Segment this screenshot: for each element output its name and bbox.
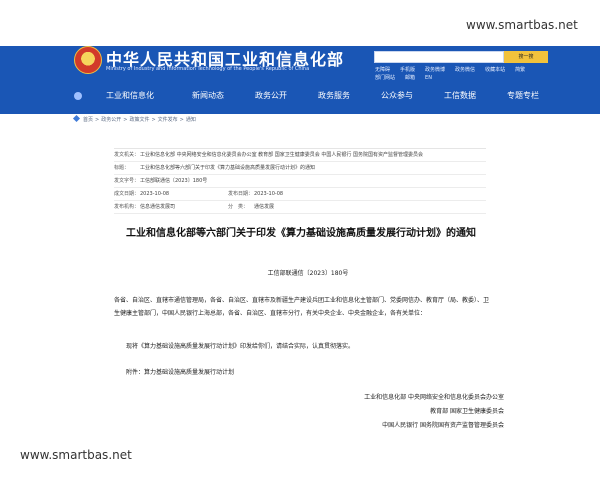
search-input[interactable] [374,51,504,63]
site-subtitle: Ministry of Industry and Information Tec… [106,66,310,72]
watermark-top: www.smartbas.net [456,10,600,40]
top-link[interactable]: 部门网站 [375,75,395,81]
meta-label: 发文机关： [114,152,140,158]
signature-line: 工业和信息化部 中央网络安全和信息化委员会办公室 [364,394,504,401]
meta-label: 成文日期： [114,191,140,197]
document-addressee: 各省、自治区、直辖市通信管理局，各省、自治区、直辖市及新疆生产建设兵团工业和信息… [114,297,490,317]
meta-value: 通信发展 [254,204,275,210]
top-link[interactable]: 政务微信 [455,67,475,73]
breadcrumb: 首页 > 政务公开 > 政策文件 > 文件发布 > 通知 [72,114,196,123]
meta-label: 发布机构： [114,204,140,210]
meta-value: 2023-10-08 [140,191,170,197]
document-attachment-link[interactable]: 附件：算力基础设施高质量发展行动计划 [114,366,494,379]
meta-value: 工业和信息化部等六部门关于印发《算力基础设施高质量发展行动计划》的通知 [140,165,316,171]
document-number: 工信部联通信〔2023〕180号 [267,270,349,277]
top-link[interactable]: 简繁 [515,67,525,73]
breadcrumb-item[interactable]: 通知 [186,117,196,123]
meta-row-issuer: 发文机关： 工业和信息化部 中央网络安全和信息化委员会办公室 教育部 国家卫生健… [114,149,486,162]
meta-row-docno: 发文字号： 工信部联通信〔2023〕180号 [114,175,486,188]
breadcrumb-item[interactable]: 首页 [83,117,93,123]
signature-line: 中国人民银行 国务院国有资产监督管理委员会 [382,422,504,429]
watermark-bottom: www.smartbas.net [10,440,154,470]
meta-row-dates: 成文日期： 2023-10-08 发布日期： 2023-10-08 [114,188,486,201]
top-link[interactable]: 政务微博 [425,67,445,73]
search-button[interactable]: 搜一搜 [504,51,548,63]
breadcrumb-item[interactable]: 政策文件 [129,117,149,123]
breadcrumb-item[interactable]: 文件发布 [158,117,178,123]
document-notice: 现将《算力基础设施高质量发展行动计划》印发给你们，请结合实际，认真贯彻落实。 [126,343,355,350]
top-links-row2: 部门网站 邮箱 EN [375,74,442,81]
meta-label: 标题： [114,165,130,171]
meta-value: 工业和信息化部 中央网络安全和信息化委员会办公室 教育部 国家卫生健康委员会 中… [140,152,423,158]
top-link[interactable]: 邮箱 [405,75,415,81]
national-emblem-icon [74,46,102,74]
nav-item-data[interactable]: 工信数据 [444,82,476,110]
top-links-row1: 无障碍 手机版 政务微博 政务微信 收藏本站 简繁 [375,66,535,73]
meta-value: 信息通信发展司 [140,204,176,210]
nav-item-industry[interactable]: 工业和信息化 [106,82,154,110]
meta-label: 发文字号： [114,178,140,184]
meta-row-title: 标题： 工业和信息化部等六部门关于印发《算力基础设施高质量发展行动计划》的通知 [114,162,486,175]
top-link[interactable]: 无障碍 [375,67,390,73]
meta-value: 工信部联通信〔2023〕180号 [140,178,208,184]
top-link[interactable]: 收藏本站 [485,67,505,73]
nav-item-services[interactable]: 政务服务 [318,82,350,110]
meta-row-org: 发布机构： 信息通信发展司 分 类： 通信发展 [114,201,486,214]
breadcrumb-item[interactable]: 政务公开 [101,117,121,123]
nav-item-gov-open[interactable]: 政务公开 [255,82,287,110]
nav-item-topics[interactable]: 专题专栏 [507,82,539,110]
home-icon [72,114,81,123]
nav-item-news[interactable]: 新闻动态 [192,82,224,110]
document-metadata: 发文机关： 工业和信息化部 中央网络安全和信息化委员会办公室 教育部 国家卫生健… [114,148,486,214]
document-title: 工业和信息化部等六部门关于印发《算力基础设施高质量发展行动计划》的通知 [126,228,476,239]
top-link[interactable]: EN [425,75,432,81]
site-header: 中华人民共和国工业和信息化部 Ministry of Industry and … [0,46,600,114]
meta-label: 分 类： [228,204,249,210]
top-link[interactable]: 手机版 [400,67,415,73]
main-nav: 工业和信息化 新闻动态 政务公开 政务服务 公众参与 工信数据 专题专栏 [0,82,600,110]
meta-value: 2023-10-08 [254,191,284,197]
nav-item-participation[interactable]: 公众参与 [381,82,413,110]
home-icon[interactable] [74,92,82,100]
meta-label: 发布日期： [228,191,254,197]
signature-line: 教育部 国家卫生健康委员会 [430,408,504,415]
